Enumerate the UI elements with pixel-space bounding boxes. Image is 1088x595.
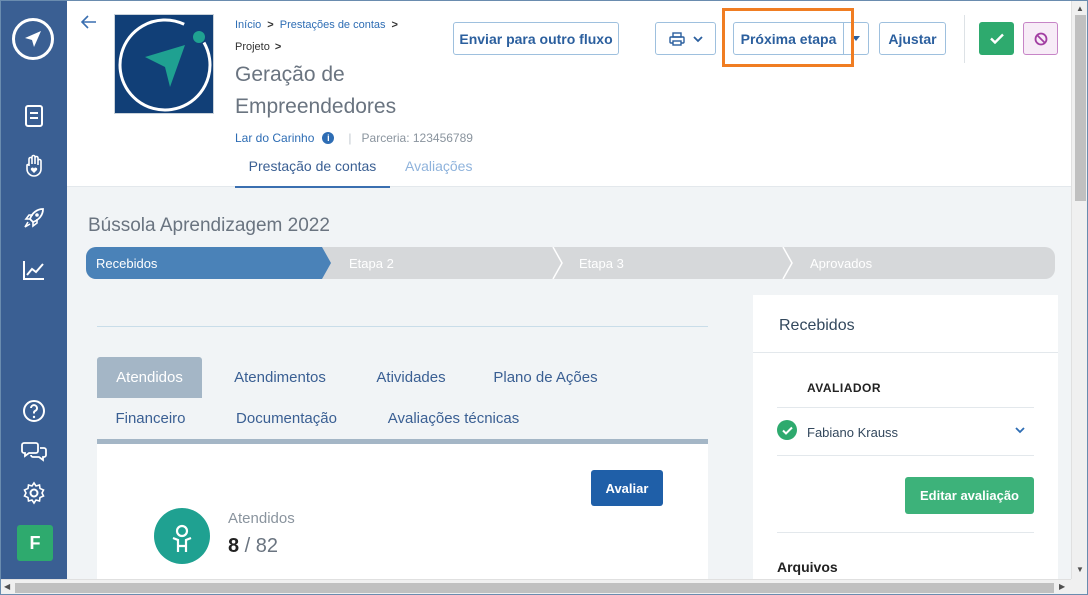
- info-icon[interactable]: i: [322, 132, 335, 144]
- status-panel: Recebidos AVALIADOR Fabiano Krauss Edita…: [753, 295, 1058, 585]
- step-item[interactable]: Etapa 3: [579, 256, 624, 271]
- app-window: F Início > Prestações de contas > Projeto > …: [0, 0, 1088, 595]
- tab-prestacao-de-contas[interactable]: Prestação de contas: [235, 158, 390, 188]
- person-icon: [154, 508, 210, 564]
- evaluator-header: AVALIADOR: [807, 381, 882, 395]
- breadcrumb: Início > Prestações de contas >: [235, 19, 398, 31]
- tab-atendidos[interactable]: Atendidos: [97, 357, 202, 398]
- scroll-down-icon[interactable]: ▼: [1076, 565, 1084, 574]
- scroll-thumb[interactable]: [15, 583, 1054, 593]
- avatar[interactable]: F: [17, 525, 53, 561]
- project-logo: [114, 14, 214, 114]
- sidebar: F: [1, 1, 67, 579]
- vertical-scrollbar[interactable]: ▲ ▼: [1071, 1, 1087, 579]
- horizontal-scrollbar[interactable]: ◀ ▶: [1, 579, 1071, 594]
- reject-button[interactable]: [1023, 22, 1058, 55]
- files-label: Arquivos: [777, 559, 838, 575]
- rocket-icon[interactable]: [21, 205, 47, 231]
- scroll-left-icon[interactable]: ◀: [4, 582, 10, 591]
- chevron-down-icon[interactable]: [1015, 423, 1025, 437]
- gear-icon[interactable]: [21, 480, 47, 506]
- breadcrumb-item[interactable]: Projeto: [235, 41, 270, 53]
- divider: [777, 455, 1034, 456]
- breadcrumb-sub: Projeto >: [235, 41, 282, 53]
- highlight-box: [722, 8, 854, 67]
- divider: |: [348, 131, 352, 145]
- tab-financeiro[interactable]: Financeiro: [97, 398, 204, 439]
- tab-documentacao[interactable]: Documentação: [215, 398, 358, 439]
- step-item[interactable]: Recebidos: [96, 256, 157, 271]
- back-arrow-icon[interactable]: [80, 13, 97, 34]
- page-header: Início > Prestações de contas > Projeto > Ge…: [67, 1, 1071, 188]
- printer-icon: [668, 31, 685, 46]
- print-button[interactable]: [655, 22, 716, 55]
- send-other-flow-button[interactable]: Enviar para outro fluxo: [453, 22, 619, 55]
- attended-count: 8 / 82: [228, 535, 279, 557]
- scroll-up-icon[interactable]: ▲: [1076, 4, 1084, 13]
- chat-icon[interactable]: [21, 438, 47, 464]
- tab-avaliacoes-tecnicas[interactable]: Avaliações técnicas: [370, 398, 537, 439]
- stepper-bar: [86, 247, 1055, 279]
- tab-avaliacoes[interactable]: Avaliações: [405, 158, 472, 174]
- divider: [964, 15, 965, 63]
- step-item[interactable]: Aprovados: [810, 256, 872, 271]
- evaluator-name: Fabiano Krauss: [807, 425, 899, 440]
- evaluate-button[interactable]: Avaliar: [591, 470, 663, 506]
- tab-atividades[interactable]: Atividades: [357, 357, 465, 398]
- tab-atendimentos[interactable]: Atendimentos: [215, 357, 345, 398]
- panel-title: Recebidos: [779, 317, 855, 334]
- scrollbar-corner: [1071, 579, 1087, 594]
- breadcrumb-item[interactable]: Prestações de contas: [280, 19, 386, 31]
- divider: [777, 407, 1034, 408]
- chart-icon[interactable]: [21, 257, 47, 283]
- organization-link[interactable]: Lar do Carinho: [235, 131, 314, 145]
- tab-plano-de-acoes[interactable]: Plano de Ações: [477, 357, 614, 398]
- partnership-label: Parceria: 123456789: [361, 131, 473, 145]
- chevron-down-icon: [692, 35, 703, 42]
- breadcrumb-item[interactable]: Início: [235, 19, 261, 31]
- stepper: Recebidos Etapa 2 Etapa 3 Aprovados: [86, 247, 1055, 279]
- divider: [777, 532, 1034, 533]
- divider: [97, 326, 708, 327]
- ban-icon: [1034, 32, 1047, 45]
- check-circle-icon: [777, 420, 797, 440]
- attended-label: Atendidos: [228, 510, 295, 527]
- scroll-thumb[interactable]: [1075, 15, 1086, 201]
- divider: [753, 352, 1058, 353]
- project-info: Lar do Carinho i | Parceria: 123456789: [235, 131, 473, 145]
- help-icon[interactable]: [21, 398, 47, 424]
- page-title: Geração de Empreendedores: [235, 63, 397, 118]
- attended-total: 82: [255, 535, 279, 557]
- check-icon: [989, 33, 1004, 44]
- attended-value: 8: [228, 535, 240, 557]
- document-icon[interactable]: [21, 103, 47, 129]
- scroll-right-icon[interactable]: ▶: [1059, 582, 1065, 591]
- step-item[interactable]: Etapa 2: [349, 256, 394, 271]
- adjust-button[interactable]: Ajustar: [879, 22, 946, 55]
- approve-button[interactable]: [979, 22, 1014, 55]
- logo-icon[interactable]: [12, 18, 54, 60]
- section-title: Bússola Aprendizagem 2022: [88, 215, 330, 236]
- hand-heart-icon[interactable]: [21, 153, 47, 179]
- edit-evaluation-button[interactable]: Editar avaliação: [905, 477, 1034, 514]
